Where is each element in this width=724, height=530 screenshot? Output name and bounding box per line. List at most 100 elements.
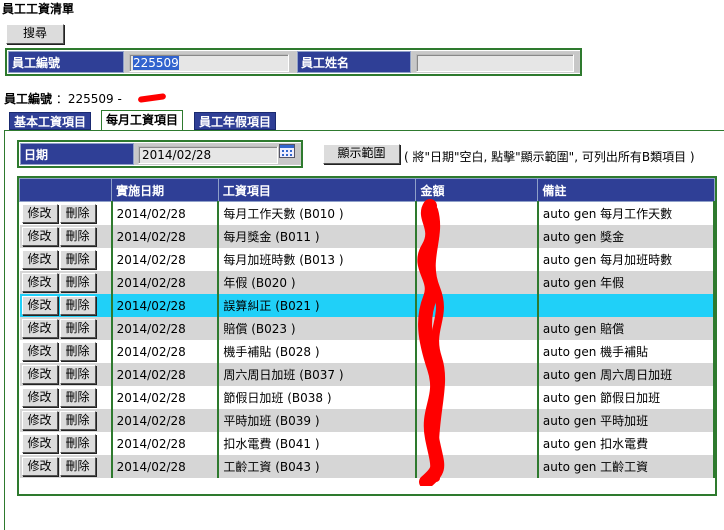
edit-button[interactable]: 修改 xyxy=(21,411,58,430)
row-actions: 修改 刪除 xyxy=(19,317,113,340)
delete-button[interactable]: 刪除 xyxy=(59,273,96,292)
delete-button[interactable]: 刪除 xyxy=(59,342,96,361)
row-date: 2014/02/28 xyxy=(111,409,220,432)
row-note: auto gen 節假日加班 xyxy=(537,386,715,409)
date-label: 日期 xyxy=(20,143,134,165)
table-row[interactable]: 修改 刪除 2014/02/28 年假 (B020 ) auto gen 年假 xyxy=(19,271,715,294)
table-row[interactable]: 修改 刪除 2014/02/28 機手補貼 (B028 ) auto gen 機手補貼 xyxy=(19,340,715,363)
edit-button[interactable]: 修改 xyxy=(21,250,58,269)
tab-basic-wage[interactable]: 基本工資項目 xyxy=(9,112,92,130)
employee-info-value: ：225509 - xyxy=(55,92,122,106)
row-note: auto gen 每月工作天數 xyxy=(537,201,715,225)
row-item: 每月工作天數 (B010 ) xyxy=(218,201,417,225)
table-header-row: 實施日期 工資項目 金額 備註 xyxy=(19,178,715,202)
row-item: 每月加班時數 (B013 ) xyxy=(218,248,417,271)
delete-button[interactable]: 刪除 xyxy=(59,227,96,246)
calendar-icon[interactable] xyxy=(279,144,295,158)
emp-id-input[interactable]: 225509 xyxy=(129,54,289,72)
col-actions-header xyxy=(19,178,113,202)
row-actions: 修改 刪除 xyxy=(19,248,113,271)
row-date: 2014/02/28 xyxy=(111,294,220,317)
delete-button[interactable]: 刪除 xyxy=(59,411,96,430)
redaction-mark xyxy=(137,93,167,103)
row-note: auto gen 年假 xyxy=(537,271,715,294)
table-row[interactable]: 修改 刪除 2014/02/28 賠償 (B023 ) auto gen 賠償 xyxy=(19,317,715,340)
row-note: auto gen 周六周日加班 xyxy=(537,363,715,386)
row-note: auto gen 每月加班時數 xyxy=(537,248,715,271)
row-actions: 修改 刪除 xyxy=(19,409,113,432)
row-date: 2014/02/28 xyxy=(111,386,220,409)
employee-filter: 員工編號 225509 員工姓名 xyxy=(5,48,582,76)
table-row[interactable]: 修改 刪除 2014/02/28 節假日加班 (B038 ) auto gen 節假日加… xyxy=(19,386,715,409)
row-item: 賠償 (B023 ) xyxy=(218,317,417,340)
row-date: 2014/02/28 xyxy=(111,317,220,340)
delete-button[interactable]: 刪除 xyxy=(59,434,96,453)
emp-id-label: 員工編號 xyxy=(8,51,124,73)
table-row[interactable]: 修改 刪除 2014/02/28 扣水電費 (B041 ) auto gen 扣水電費 xyxy=(19,432,715,455)
table-row[interactable]: 修改 刪除 2014/02/28 每月加班時數 (B013 ) auto gen 每月加… xyxy=(19,248,715,271)
delete-button[interactable]: 刪除 xyxy=(59,388,96,407)
edit-button[interactable]: 修改 xyxy=(21,457,58,476)
emp-id-value: 225509 xyxy=(133,56,179,70)
row-actions: 修改 刪除 xyxy=(19,432,113,455)
row-item: 節假日加班 (B038 ) xyxy=(218,386,417,409)
table-row[interactable]: 修改 刪除 2014/02/28 每月獎金 (B011 ) auto gen 獎金 xyxy=(19,225,715,248)
range-note: ( 將"日期"空白, 點擊"顯示範圍", 可列出所有B類項目 ) xyxy=(404,150,695,164)
tab-annual-leave[interactable]: 員工年假項目 xyxy=(194,112,277,130)
page-title: 員工工資清單 xyxy=(2,2,75,16)
row-item: 機手補貼 (B028 ) xyxy=(218,340,417,363)
col-item-header: 工資項目 xyxy=(217,178,417,202)
delete-button[interactable]: 刪除 xyxy=(59,204,96,223)
row-note: auto gen 機手補貼 xyxy=(537,340,715,363)
row-item: 工齡工資 (B043 ) xyxy=(218,455,417,478)
row-item: 誤算糾正 (B021 ) xyxy=(218,294,417,317)
row-date: 2014/02/28 xyxy=(111,271,220,294)
emp-name-input[interactable] xyxy=(416,54,574,72)
tab-monthly-wage[interactable]: 每月工資項目 xyxy=(101,110,184,130)
delete-button[interactable]: 刪除 xyxy=(59,296,96,315)
edit-button[interactable]: 修改 xyxy=(21,319,58,338)
row-date: 2014/02/28 xyxy=(111,225,220,248)
delete-button[interactable]: 刪除 xyxy=(59,365,96,384)
row-date: 2014/02/28 xyxy=(111,455,220,478)
row-note: auto gen 平時加班 xyxy=(537,409,715,432)
table-row[interactable]: 修改 刪除 2014/02/28 誤算糾正 (B021 ) xyxy=(19,294,715,317)
edit-button[interactable]: 修改 xyxy=(21,204,58,223)
employee-info: 員工編號 ：225509 - xyxy=(4,90,122,107)
table-row[interactable]: 修改 刪除 2014/02/28 平時加班 (B039 ) auto gen 平時加班 xyxy=(19,409,715,432)
date-input[interactable]: 2014/02/28 xyxy=(138,146,278,164)
row-item: 每月獎金 (B011 ) xyxy=(218,225,417,248)
edit-button[interactable]: 修改 xyxy=(21,434,58,453)
search-button[interactable]: 搜尋 xyxy=(6,24,64,44)
row-actions: 修改 刪除 xyxy=(19,455,113,478)
row-actions: 修改 刪除 xyxy=(19,363,113,386)
edit-button[interactable]: 修改 xyxy=(21,388,58,407)
table-row[interactable]: 修改 刪除 2014/02/28 周六周日加班 (B037 ) auto gen 周六周… xyxy=(19,363,715,386)
edit-button[interactable]: 修改 xyxy=(21,342,58,361)
row-actions: 修改 刪除 xyxy=(19,201,113,225)
row-note: auto gen 獎金 xyxy=(537,225,715,248)
show-range-button[interactable]: 顯示範圍 xyxy=(323,144,400,164)
wage-items-table: 實施日期 工資項目 金額 備註 修改 刪除 2014/02/28 每月工作天數 (B0… xyxy=(17,176,717,496)
edit-button[interactable]: 修改 xyxy=(21,365,58,384)
row-date: 2014/02/28 xyxy=(111,363,220,386)
delete-button[interactable]: 刪除 xyxy=(59,319,96,338)
table-row[interactable]: 修改 刪除 2014/02/28 每月工作天數 (B010 ) auto gen 每月工… xyxy=(19,201,715,225)
row-item: 周六周日加班 (B037 ) xyxy=(218,363,417,386)
row-note: auto gen 工齡工資 xyxy=(537,455,715,478)
delete-button[interactable]: 刪除 xyxy=(59,250,96,269)
date-filter: 日期 2014/02/28 xyxy=(17,140,303,168)
emp-name-label: 員工姓名 xyxy=(297,51,411,73)
edit-button[interactable]: 修改 xyxy=(21,296,58,315)
row-actions: 修改 刪除 xyxy=(19,225,113,248)
edit-button[interactable]: 修改 xyxy=(21,273,58,292)
table-row[interactable]: 修改 刪除 2014/02/28 工齡工資 (B043 ) auto gen 工齡工資 xyxy=(19,455,715,478)
amount-redaction-mark xyxy=(417,199,446,486)
col-note-header: 備註 xyxy=(537,178,715,202)
edit-button[interactable]: 修改 xyxy=(21,227,58,246)
delete-button[interactable]: 刪除 xyxy=(59,457,96,476)
row-actions: 修改 刪除 xyxy=(19,294,113,317)
row-note: auto gen 扣水電費 xyxy=(537,432,715,455)
row-date: 2014/02/28 xyxy=(111,432,220,455)
employee-info-label: 員工編號 xyxy=(4,92,53,106)
